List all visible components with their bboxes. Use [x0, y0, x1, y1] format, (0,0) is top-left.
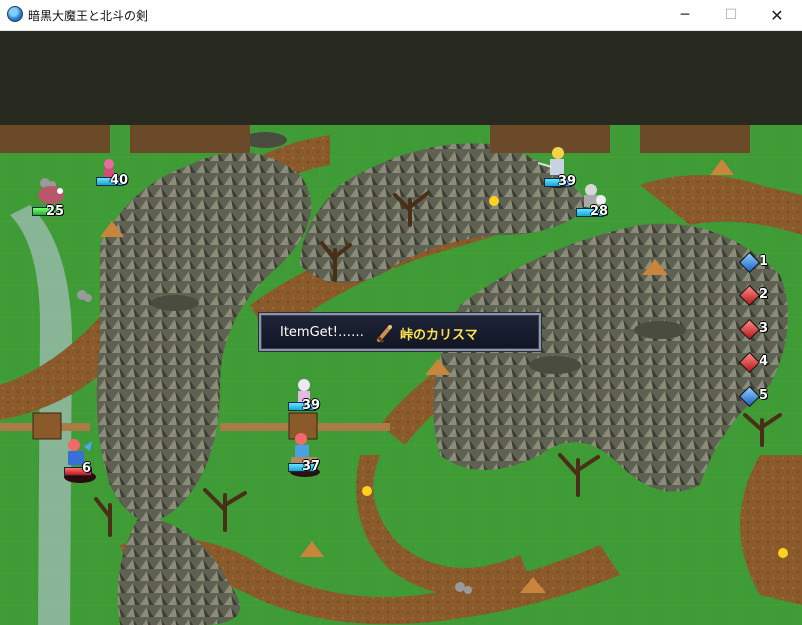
beast-hp-number: 25 — [46, 204, 65, 219]
top-hud-bar — [0, 31, 802, 125]
close-button[interactable]: ✕ — [754, 0, 800, 30]
item-name: 峠のカリスマ — [400, 328, 478, 343]
sword-item-icon — [375, 323, 395, 344]
game-map[interactable]: 40 25 39 28 39 37 6 1 2 3 4 5 — [0, 125, 802, 625]
blue-gem-icon — [738, 385, 761, 408]
lord-hp-number: 6 — [82, 461, 92, 476]
item-get-dialog: ItemGet!…… 峠のカリスマ — [258, 312, 542, 352]
cleric-hp-number: 39 — [302, 398, 321, 413]
cavalier-hp-number: 37 — [302, 459, 321, 474]
blue-gem-icon — [738, 251, 761, 274]
archer-hp-number: 40 — [110, 173, 129, 188]
terrain-layer — [0, 125, 802, 625]
red-gem-icon — [738, 284, 761, 307]
knight-hp-number: 39 — [558, 174, 577, 189]
red-gem-icon — [738, 318, 761, 341]
side-list-item-4[interactable]: 4 — [738, 351, 770, 374]
side-list-number: 5 — [759, 388, 769, 403]
side-list-item-2[interactable]: 2 — [738, 284, 770, 307]
window-titlebar: 暗黒大魔王と北斗の剣 ─ ☐ ✕ — [0, 0, 802, 31]
item-get-label: ItemGet!…… — [280, 325, 364, 340]
armor-hp-number: 28 — [590, 204, 609, 219]
side-list-number: 3 — [759, 321, 769, 336]
lord-unit-sprite[interactable] — [62, 437, 98, 483]
side-list-number: 1 — [759, 254, 769, 269]
maximize-button[interactable]: ☐ — [708, 0, 754, 30]
side-list-item-1[interactable]: 1 — [738, 251, 770, 274]
globe-icon — [7, 6, 23, 22]
window-title: 暗黒大魔王と北斗の剣 — [28, 9, 149, 23]
side-list-number: 4 — [759, 354, 769, 369]
side-list-item-5[interactable]: 5 — [738, 385, 770, 408]
side-list-number: 2 — [759, 287, 769, 302]
red-gem-icon — [738, 351, 761, 374]
minimize-button[interactable]: ─ — [662, 0, 708, 30]
side-list-item-3[interactable]: 3 — [738, 318, 770, 341]
